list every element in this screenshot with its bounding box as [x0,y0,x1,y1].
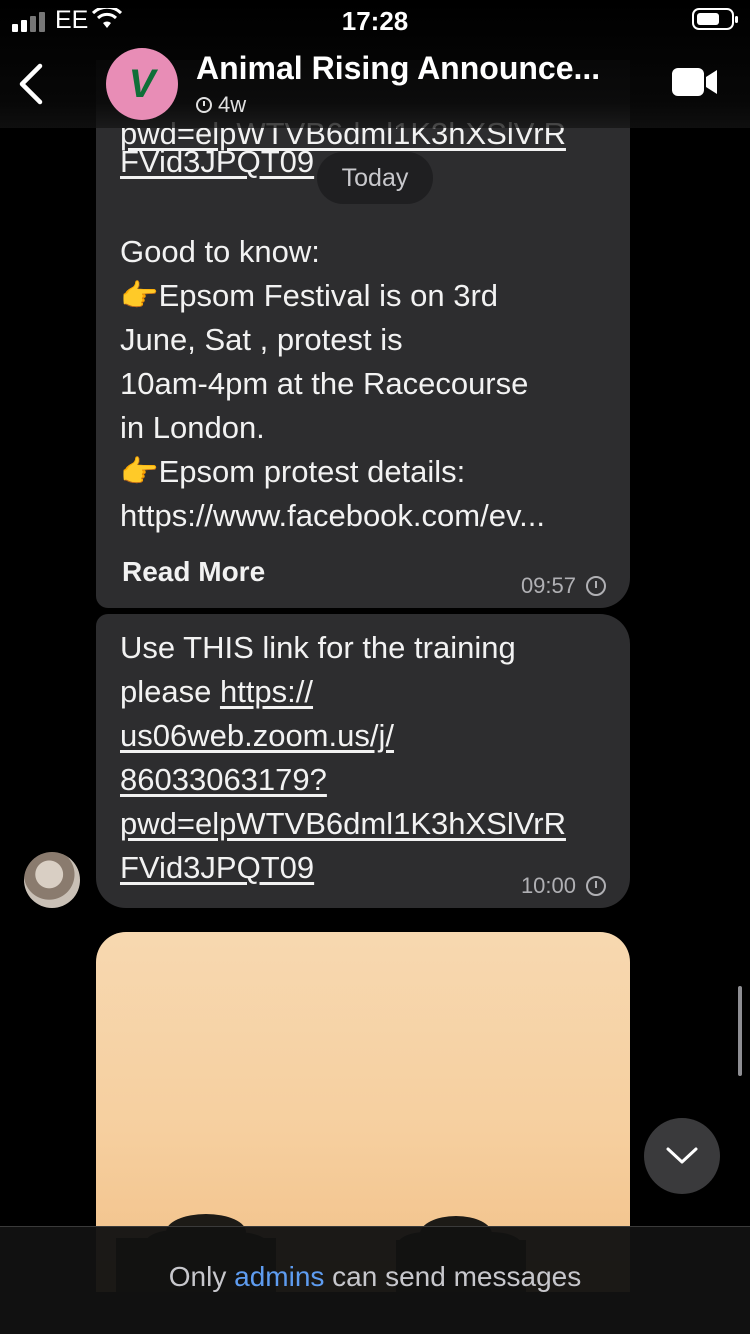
message-meta: 09:57 [521,564,606,608]
message-link[interactable]: 86033063179? [120,758,327,802]
chevron-down-icon [666,1147,698,1164]
message-text: Use THIS link for the training [120,630,516,665]
message-bubble[interactable]: Use THIS link for the training please ht… [96,614,630,908]
message-link[interactable]: FVid3JPQT09 [120,846,314,890]
chat-screen: pwd=elpWTVB6dml1K3hXSlVrR FVid3JPQT09 Go… [0,0,750,1334]
date-separator: Today [317,152,433,204]
scrollbar[interactable] [738,986,742,1076]
admins-link[interactable]: admins [234,1261,324,1292]
message-text: 👉Epsom protest details: [120,454,466,489]
read-more-button[interactable]: Read More [122,550,265,594]
status-time: 17:28 [341,6,409,36]
channel-logo: V [128,62,156,106]
message-text: in London. [120,410,265,445]
notice-prefix: Only [168,1261,235,1292]
status-bar: EE 17:28 [0,0,750,40]
clock-icon [586,876,606,896]
message-meta: 10:00 [521,864,606,908]
back-chevron-icon[interactable] [16,62,46,106]
scroll-to-bottom-button[interactable] [644,1118,720,1194]
message-text: please https:// [120,674,314,709]
message-link[interactable]: https://www.facebook.com/ev... [120,494,545,538]
notice-suffix: can send messages [324,1261,582,1292]
sender-avatar[interactable] [24,852,80,908]
message-link[interactable]: FVid3JPQT09 [120,140,314,184]
timer-label: 4w [218,92,247,117]
message-link[interactable]: us06web.zoom.us/j/ [120,714,394,758]
channel-title[interactable]: Animal Rising Announce... [196,50,600,87]
battery-icon [692,8,738,30]
clock-icon [586,576,606,596]
channel-avatar[interactable]: V [106,48,178,120]
message-text: 10am-4pm at the Racecourse [120,366,529,401]
message-link[interactable]: https:// [220,674,313,709]
message-bubble[interactable]: pwd=elpWTVB6dml1K3hXSlVrR FVid3JPQT09 Go… [96,60,630,608]
message-link[interactable]: pwd=elpWTVB6dml1K3hXSlVrR [120,802,566,846]
chat-header: EE 17:28 V Animal Rising Announce... 4w [0,0,750,128]
message-time: 10:00 [520,873,576,898]
message-text: Good to know: [120,234,320,269]
disappearing-timer: 4w [196,92,246,118]
composer-restricted-notice: Only admins can send messages [0,1226,750,1334]
video-call-icon[interactable] [672,66,718,98]
timer-icon [196,97,212,113]
message-time: 09:57 [520,573,576,598]
message-text: 👉Epsom Festival is on 3rd [120,278,499,313]
message-text: June, Sat , protest is [120,322,403,357]
